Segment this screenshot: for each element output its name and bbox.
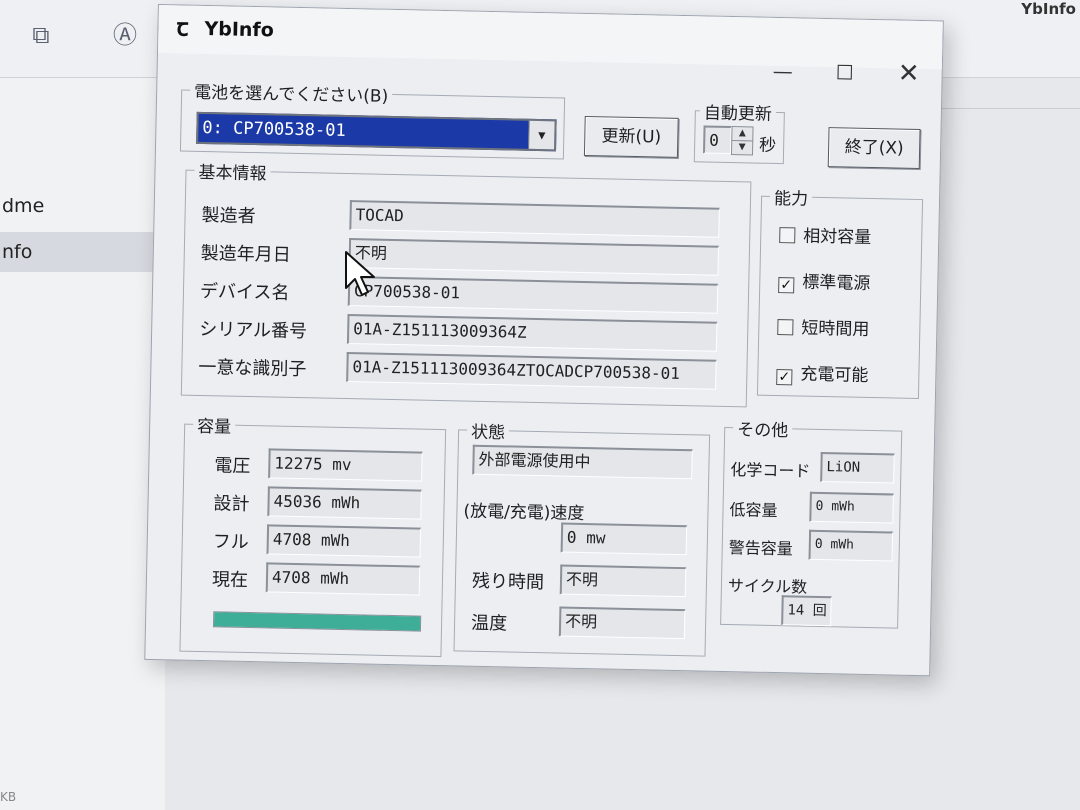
other-group: その他 化学コード LiON 低容量 0 mWh 警告容量 0 mWh サイクル… xyxy=(720,415,903,629)
capacity-group: 容量 電圧 12275 mv 設計 45036 mWh フル 4708 mWh … xyxy=(179,411,447,658)
spin-down-icon[interactable]: ▼ xyxy=(730,140,754,156)
serial-number-label: シリアル番号 xyxy=(198,318,308,343)
capability-label: 能力 xyxy=(769,183,813,210)
charge-progress-fill xyxy=(213,612,421,631)
design-capacity-field: 45036 mWh xyxy=(267,486,422,520)
close-button[interactable]: ✕ xyxy=(891,58,926,89)
other-label: その他 xyxy=(732,415,793,442)
device-name-label: デバイス名 xyxy=(199,280,290,304)
power-state-field: 外部電源使用中 xyxy=(472,444,693,480)
minimize-button[interactable]: — xyxy=(765,56,800,87)
sidebar-item-readme[interactable]: dme xyxy=(0,186,165,226)
warning-capacity-label: 警告容量 xyxy=(728,538,793,559)
unique-id-field: 01A-Z151113009364ZTOCADCP700538-01 xyxy=(346,352,717,390)
chevron-down-icon[interactable]: ▼ xyxy=(528,120,555,150)
checkmark-icon[interactable]: ✓ xyxy=(776,369,793,386)
status-label: 状態 xyxy=(466,417,510,444)
basic-info-group: 基本情報 製造者 TOCAD 製造年月日 不明 デバイス名 CP700538-0… xyxy=(180,157,752,408)
battery-selected-value: 0: CP700538-01 xyxy=(202,117,346,141)
temperature-field: 不明 xyxy=(558,606,686,640)
checkbox-rechargeable[interactable]: ✓ 充電可能 xyxy=(776,359,869,387)
basic-info-label: 基本情報 xyxy=(194,157,271,185)
manufacture-date-field: 不明 xyxy=(348,238,720,276)
charge-progress-track xyxy=(212,611,422,632)
checkbox-short-term[interactable]: 短時間用 xyxy=(777,313,870,340)
checkbox-box[interactable] xyxy=(779,227,796,244)
capacity-label: 容量 xyxy=(192,411,236,438)
current-capacity-field: 4708 mWh xyxy=(265,562,421,596)
remaining-time-field: 不明 xyxy=(559,564,687,598)
manufacturer-label: 製造者 xyxy=(201,204,256,228)
cycle-count-label: サイクル数 xyxy=(727,576,808,597)
rate-field: 0 mw xyxy=(560,522,688,556)
ybinfo-dialog: ꞇ YbInfo — ☐ ✕ 電池を選んでください(B) 0: CP700538… xyxy=(144,4,944,677)
serial-number-field: 01A-Z151113009364Z xyxy=(346,314,718,352)
sidebar-item-ybinfo[interactable]: nfo xyxy=(0,232,165,272)
warning-capacity-field: 0 mWh xyxy=(808,529,894,562)
auto-update-unit: 秒 xyxy=(758,135,777,156)
unique-id-label: 一意な識別子 xyxy=(198,356,307,381)
copy-icon[interactable]: ⧉ xyxy=(24,18,58,52)
rename-icon[interactable]: Ⓐ xyxy=(108,18,142,52)
maximize-button[interactable]: ☐ xyxy=(827,57,862,88)
design-capacity-label: 設計 xyxy=(213,493,250,516)
capability-group: 能力 相対容量 ✓ 標準電源 短時間用 ✓ 充電可能 xyxy=(756,183,924,400)
manufacturer-field: TOCAD xyxy=(349,200,720,238)
device-name-field: CP700538-01 xyxy=(347,276,719,314)
chem-code-field: LiON xyxy=(820,451,895,484)
battery-select-label: 電池を選んでください(B) xyxy=(189,77,393,107)
window-title: YbInfo xyxy=(204,17,274,42)
voltage-field: 12275 mv xyxy=(268,448,423,482)
auto-update-input[interactable]: 0 xyxy=(702,125,732,155)
auto-update-group: 自動更新 0 ▲ ▼ 秒 xyxy=(693,98,785,165)
low-capacity-label: 低容量 xyxy=(729,500,778,521)
full-capacity-label: フル xyxy=(212,531,249,554)
checkbox-box[interactable] xyxy=(777,319,794,336)
rate-label: (放電/充電)速度 xyxy=(463,501,585,525)
current-capacity-label: 現在 xyxy=(211,569,249,592)
app-icon: ꞇ xyxy=(176,13,189,42)
checkbox-standard-power[interactable]: ✓ 標準電源 xyxy=(778,267,871,295)
temperature-label: 温度 xyxy=(470,612,508,635)
cycle-count-field: 14 回 xyxy=(781,595,832,627)
mouse-cursor-icon xyxy=(345,251,375,296)
manufacture-date-label: 製造年月日 xyxy=(200,242,291,266)
chem-code-label: 化学コード xyxy=(730,460,811,481)
status-group: 状態 外部電源使用中 (放電/充電)速度 0 mw 残り時間 不明 温度 不明 xyxy=(453,417,711,657)
voltage-label: 電圧 xyxy=(214,455,251,478)
background-window-title: YbInfo xyxy=(1021,0,1076,18)
full-capacity-field: 4708 mWh xyxy=(266,524,422,558)
background-divider xyxy=(940,108,1080,109)
background-status-text: KB xyxy=(0,790,17,804)
checkmark-icon[interactable]: ✓ xyxy=(778,277,795,294)
exit-button[interactable]: 終了(X) xyxy=(827,127,921,169)
checkbox-relative-capacity[interactable]: 相対容量 xyxy=(779,221,872,248)
low-capacity-field: 0 mWh xyxy=(809,491,894,524)
refresh-button[interactable]: 更新(U) xyxy=(583,115,679,158)
remaining-time-label: 残り時間 xyxy=(471,570,545,594)
auto-update-label: 自動更新 xyxy=(699,98,777,125)
explorer-sidebar: dme nfo xyxy=(0,78,165,810)
